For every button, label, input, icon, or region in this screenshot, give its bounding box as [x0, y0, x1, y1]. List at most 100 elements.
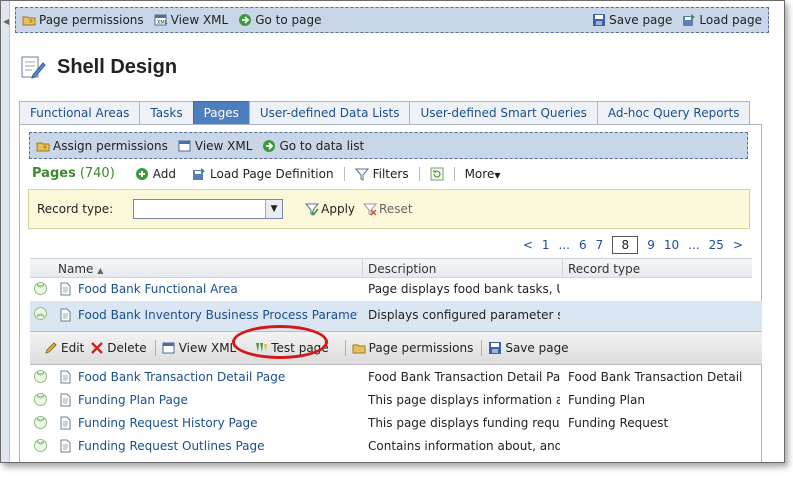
pencil-icon: [44, 341, 58, 355]
page-toolbar: Page permissions XML View XML Go to page…: [15, 7, 769, 33]
list-title: Pages: [32, 166, 76, 181]
tab-functional-areas[interactable]: Functional Areas: [19, 101, 141, 125]
xml-icon: [178, 139, 192, 153]
xml-icon: [162, 341, 176, 355]
save-disk-icon: [488, 341, 502, 355]
pager-page-6[interactable]: 6: [579, 238, 587, 252]
row-name-link[interactable]: Food Bank Inventory Business Process Par…: [78, 308, 358, 322]
highlight-circle: [232, 325, 328, 359]
expand-icon[interactable]: ︾: [34, 416, 47, 429]
shell-design-icon: [19, 53, 47, 81]
view-xml-label: View XML: [170, 13, 229, 27]
delete-button[interactable]: Delete: [90, 341, 147, 355]
expand-icon[interactable]: ︾: [34, 439, 47, 452]
row-description: This page displays funding reques...: [368, 416, 560, 430]
save-page-button[interactable]: Save page: [592, 13, 672, 27]
row-name-link[interactable]: Food Bank Transaction Detail Page: [78, 370, 358, 384]
page-icon: [58, 282, 72, 296]
page-icon: [58, 308, 72, 322]
tab-ad-hoc-query-reports[interactable]: Ad-hoc Query Reports: [596, 101, 751, 125]
apply-button[interactable]: Apply: [321, 202, 355, 216]
save-page-label: Save page: [505, 341, 569, 355]
go-to-page-button[interactable]: Go to page: [238, 13, 322, 27]
xml-icon: XML: [154, 13, 168, 27]
pager-page-1[interactable]: 1: [542, 238, 550, 252]
column-name-label: Name: [58, 262, 94, 276]
page-title: Shell Design: [57, 55, 178, 78]
tab-tasks[interactable]: Tasks: [139, 101, 194, 125]
row-name-link[interactable]: Funding Plan Page: [78, 393, 358, 407]
svg-text:XML: XML: [157, 20, 168, 26]
load-definition-icon: [192, 167, 206, 181]
load-page-definition-button[interactable]: Load Page Definition: [210, 167, 334, 181]
table-row[interactable]: ︾ Funding Plan Page This page displays i…: [30, 389, 752, 412]
pager-page-7[interactable]: 7: [596, 238, 604, 252]
page-header: Shell Design: [19, 53, 177, 81]
filter-bar: Record type: ▼ Apply Reset: [28, 189, 750, 229]
tab-pages[interactable]: Pages: [192, 101, 250, 125]
tab-user-defined-smart-queries[interactable]: User-defined Smart Queries: [409, 101, 598, 125]
view-xml-button[interactable]: View XML: [178, 138, 253, 153]
go-to-data-list-button[interactable]: Go to data list: [262, 139, 364, 153]
pager-ellipsis: ...: [688, 238, 700, 252]
grid-header: Name ▲ Description Record type: [30, 258, 752, 278]
record-type-value: [134, 200, 265, 218]
row-description: Page displays food bank tasks, UI ...: [368, 282, 560, 296]
view-xml-button[interactable]: XML View XML: [154, 13, 229, 27]
expand-icon[interactable]: ︾: [34, 282, 47, 295]
add-button[interactable]: Add: [153, 167, 176, 181]
column-header-description[interactable]: Description: [368, 262, 436, 276]
filter-funnel-icon: [354, 167, 369, 181]
column-header-record-type[interactable]: Record type: [568, 262, 640, 276]
filters-button[interactable]: Filters: [373, 167, 409, 181]
row-name-link[interactable]: Funding Request Outlines Page: [78, 439, 358, 453]
row-name-link[interactable]: Food Bank Functional Area: [78, 282, 358, 296]
tab-user-defined-data-lists[interactable]: User-defined Data Lists: [248, 101, 411, 125]
table-row[interactable]: ︾ Food Bank Functional Area Page display…: [30, 278, 752, 301]
load-page-label: Load page: [699, 13, 762, 27]
collapse-icon[interactable]: ︽: [34, 307, 47, 320]
go-to-data-list-label: Go to data list: [279, 138, 365, 153]
view-xml-label: View XML: [178, 341, 237, 355]
pager-page-25[interactable]: 25: [709, 238, 724, 252]
table-row-selected[interactable]: ︽ Food Bank Inventory Business Process P…: [30, 301, 762, 331]
refresh-icon[interactable]: [430, 167, 444, 181]
page-permissions-button[interactable]: Page permissions: [352, 341, 474, 355]
row-name-link[interactable]: Funding Request History Page: [78, 416, 358, 430]
pager-prev[interactable]: <: [523, 238, 533, 252]
chevron-down-icon[interactable]: ▼: [265, 200, 283, 218]
load-page-button[interactable]: Load page: [682, 13, 762, 27]
table-row[interactable]: ︾ Funding Request Outlines Page Contains…: [30, 435, 752, 458]
folder-key-icon: [36, 139, 50, 153]
collapse-arrow-icon[interactable]: ◀: [3, 17, 9, 26]
page-permissions-button[interactable]: Page permissions: [22, 13, 144, 27]
save-page-button[interactable]: Save page: [488, 341, 569, 355]
pages-panel: Assign permissions View XML Go to data l…: [19, 124, 762, 462]
assign-permissions-label: Assign permissions: [53, 138, 168, 153]
toolbar-separator: [418, 166, 420, 181]
view-xml-label: View XML: [194, 138, 253, 153]
reset-button[interactable]: Reset: [379, 202, 413, 216]
table-row[interactable]: ︾ Funding Request History Page This page…: [30, 412, 752, 435]
expand-icon[interactable]: ︾: [34, 370, 47, 383]
column-header-name[interactable]: Name ▲: [58, 262, 103, 276]
pager-current-page-input[interactable]: 8: [612, 236, 639, 254]
page-icon: [58, 393, 72, 407]
edit-button[interactable]: Edit: [44, 341, 84, 355]
left-collapse-strip[interactable]: ◀: [1, 1, 10, 462]
view-xml-button[interactable]: View XML: [162, 341, 237, 355]
page-permissions-label: Page permissions: [368, 341, 474, 355]
toolbar-separator: [453, 166, 455, 181]
toolbar-separator: [343, 166, 345, 181]
more-menu-button[interactable]: More▼: [465, 167, 501, 181]
assign-permissions-button[interactable]: Assign permissions: [36, 139, 168, 153]
pager-next[interactable]: >: [733, 238, 743, 252]
delete-label: Delete: [107, 341, 147, 355]
reset-filter-icon: [363, 202, 378, 216]
save-disk-icon: [592, 13, 606, 27]
pager-page-10[interactable]: 10: [664, 238, 679, 252]
record-type-select[interactable]: ▼: [133, 199, 284, 219]
table-row[interactable]: ︾ Food Bank Transaction Detail Page Food…: [30, 366, 752, 389]
pager-page-9[interactable]: 9: [647, 238, 655, 252]
expand-icon[interactable]: ︾: [34, 393, 47, 406]
